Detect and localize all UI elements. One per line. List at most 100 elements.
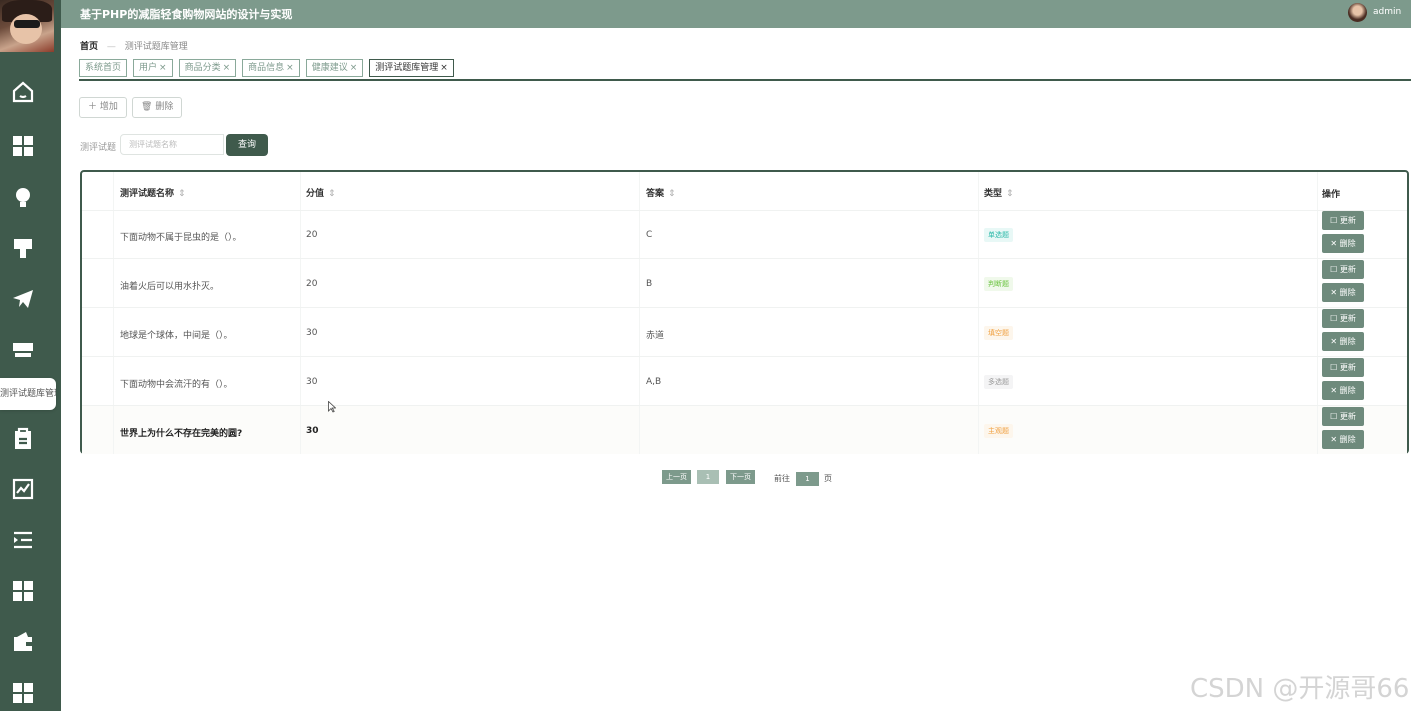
close-icon: ✕ [1330, 288, 1338, 297]
edit-icon: ☐ [1330, 363, 1338, 372]
delete-button[interactable]: ✕ 删除 [1322, 234, 1364, 253]
tab-home[interactable]: 系统首页 [79, 59, 128, 77]
goto-page-input[interactable]: 1 [796, 472, 819, 486]
hover-row-bg [82, 405, 1407, 454]
type-badge: 单选题 [984, 228, 1013, 242]
cell-score: 20 [306, 279, 318, 289]
breadcrumb: 首页 — 测评试题库管理 [80, 39, 188, 52]
update-button[interactable]: ☐ 更新 [1322, 309, 1364, 328]
cell-answer: 赤道 [646, 331, 665, 341]
header-name[interactable]: 测评试题名称 ⇕ [120, 186, 186, 199]
close-icon[interactable]: × [440, 63, 448, 73]
cell-name: 油着火后可以用水扑灭。 [120, 282, 220, 292]
store-icon[interactable] [10, 337, 36, 363]
tab-label: 健康建议 [311, 63, 348, 73]
tab-user[interactable]: 用户 × [133, 59, 173, 77]
username[interactable]: admin [1373, 7, 1401, 17]
add-button[interactable]: ＋ 增加 [79, 97, 127, 118]
data-table: 测评试题名称 ⇕ 分值 ⇕ 答案 ⇕ 类型 ⇕ 操作 下面动物不属于昆虫的是（）。 20… [80, 170, 1409, 454]
breadcrumb-current: 测评试题库管理 [124, 42, 188, 52]
header-type[interactable]: 类型 ⇕ [984, 186, 1014, 199]
edit-icon: ☐ [1330, 265, 1338, 274]
home-icon[interactable] [10, 79, 36, 105]
user-avatar[interactable] [1348, 3, 1367, 22]
tab-label: 测评试题库管理 [375, 63, 439, 73]
next-page-button[interactable]: 下一页 [726, 470, 755, 484]
tab-health[interactable]: 健康建议 × [305, 59, 364, 77]
grid-icon[interactable] [10, 578, 36, 604]
cell-answer: C [646, 230, 653, 240]
bulb-icon[interactable] [10, 184, 36, 210]
delete-button[interactable]: ✕ 删除 [1322, 430, 1364, 449]
close-icon: ✕ [1330, 386, 1338, 395]
close-icon[interactable]: × [223, 63, 231, 73]
watermark: CSDN @开源哥66 [1190, 674, 1410, 704]
wallet-icon[interactable] [10, 629, 36, 655]
close-icon: ✕ [1330, 239, 1338, 248]
cell-name: 下面动物不属于昆虫的是（）。 [120, 233, 242, 243]
search-button[interactable]: 查询 [226, 134, 268, 156]
top-header: 基于PHP的减脂轻食购物网站的设计与实现 admin [61, 0, 1411, 28]
tab-label: 商品分类 [184, 63, 221, 73]
header-actions: 操作 [1322, 190, 1341, 200]
tab-label: 商品信息 [248, 63, 285, 73]
edit-icon: ☐ [1330, 314, 1338, 323]
close-icon: ✕ [1330, 337, 1338, 346]
send-icon[interactable] [10, 286, 36, 312]
header-answer[interactable]: 答案 ⇕ [646, 186, 676, 199]
edit-icon: ☐ [1330, 412, 1338, 421]
cell-score: 30 [306, 426, 319, 436]
col-divider [300, 172, 301, 454]
cell-answer: A,B [646, 377, 662, 387]
edit-icon: ☐ [1330, 216, 1338, 225]
tab-category[interactable]: 商品分类 × [178, 59, 237, 77]
tabs-divider [79, 79, 1411, 81]
tab-label: 系统首页 [85, 63, 122, 73]
col-divider [113, 172, 114, 454]
row-divider [82, 210, 1407, 211]
batch-delete-button[interactable]: 🗑 删除 [132, 97, 183, 118]
list-icon[interactable] [10, 527, 36, 553]
tab-product[interactable]: 商品信息 × [242, 59, 300, 77]
sort-icon: ⇕ [668, 189, 676, 199]
tab-question-bank[interactable]: 测评试题库管理 × [369, 59, 454, 77]
col-divider [978, 172, 979, 454]
search-input[interactable]: 测评试题名称 [120, 134, 224, 155]
breadcrumb-separator: — [106, 42, 116, 52]
plus-icon: ＋ [88, 102, 98, 112]
delete-button[interactable]: ✕ 删除 [1322, 381, 1364, 400]
tab-bar: 系统首页 用户 × 商品分类 × 商品信息 × 健康建议 × 测评试题库管理 × [79, 59, 460, 77]
page-number[interactable]: 1 [697, 470, 719, 484]
cell-name: 世界上为什么不存在完美的圆? [120, 429, 243, 439]
update-button[interactable]: ☐ 更新 [1322, 407, 1364, 426]
sidebar-tooltip: 测评试题库管理 [0, 378, 56, 410]
tab-label: 用户 [139, 63, 158, 73]
brush-icon[interactable] [10, 235, 36, 261]
cell-answer: B [646, 279, 653, 289]
delete-button[interactable]: ✕ 删除 [1322, 283, 1364, 302]
type-badge: 判断题 [984, 277, 1013, 291]
row-divider [82, 307, 1407, 308]
header-score[interactable]: 分值 ⇕ [306, 186, 336, 199]
sort-icon: ⇕ [178, 189, 186, 199]
sort-icon: ⇕ [328, 189, 336, 199]
cell-score: 30 [306, 377, 318, 387]
delete-label: 删除 [155, 102, 174, 112]
row-divider [82, 405, 1407, 406]
close-icon[interactable]: × [159, 63, 167, 73]
close-icon[interactable]: × [286, 63, 294, 73]
close-icon: ✕ [1330, 435, 1338, 444]
update-button[interactable]: ☐ 更新 [1322, 358, 1364, 377]
update-button[interactable]: ☐ 更新 [1322, 260, 1364, 279]
breadcrumb-home[interactable]: 首页 [80, 42, 98, 52]
update-button[interactable]: ☐ 更新 [1322, 211, 1364, 230]
prev-page-button[interactable]: 上一页 [662, 470, 691, 484]
goto-suffix: 页 [824, 474, 832, 483]
grid-icon[interactable] [10, 133, 36, 159]
delete-button[interactable]: ✕ 删除 [1322, 332, 1364, 351]
grid-icon[interactable] [10, 680, 36, 706]
close-icon[interactable]: × [350, 63, 358, 73]
chart-icon[interactable] [10, 476, 36, 502]
trash-icon: 🗑 [141, 102, 153, 112]
clipboard-icon[interactable] [10, 426, 36, 452]
